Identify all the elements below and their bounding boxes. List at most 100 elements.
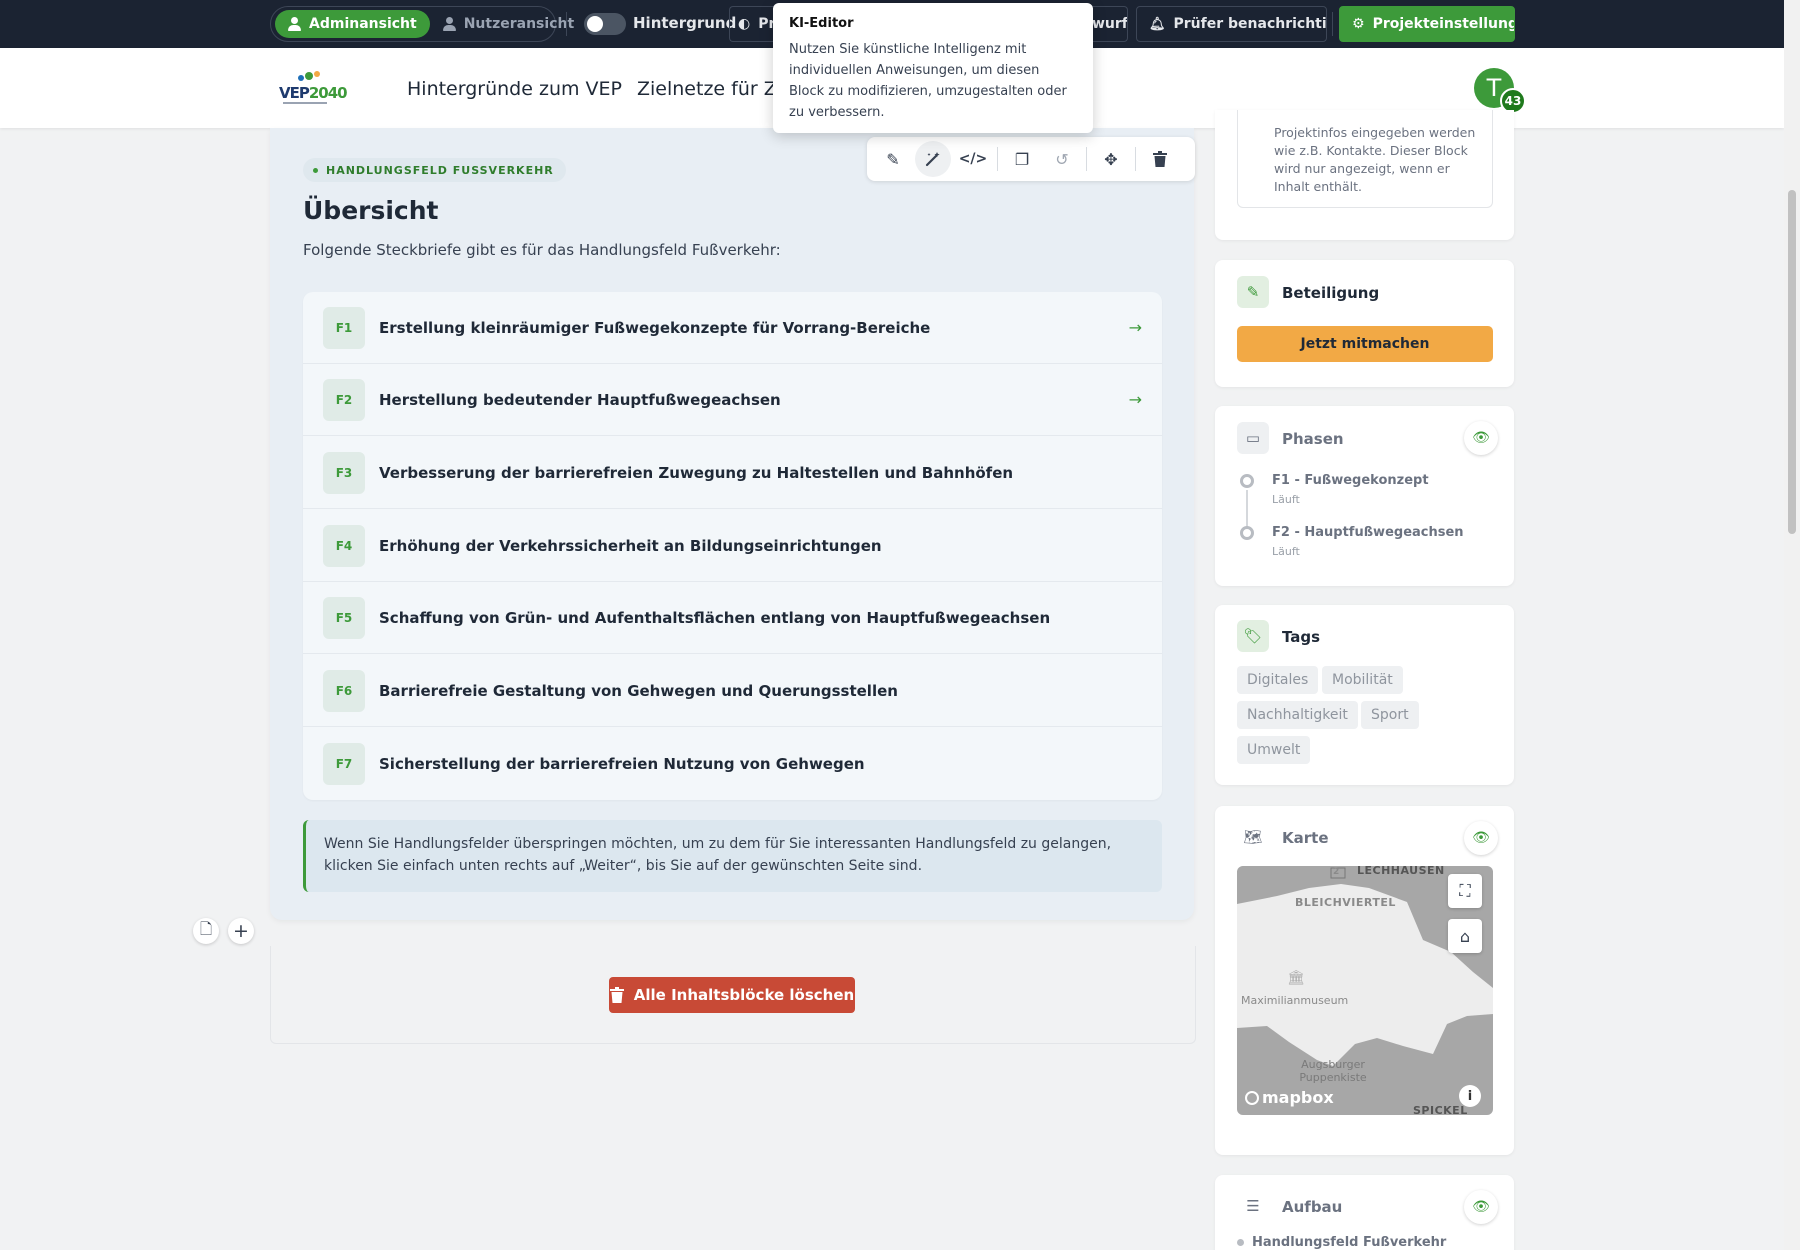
map-title: Karte xyxy=(1282,829,1329,847)
scrollbar-thumb[interactable] xyxy=(1788,190,1796,534)
phase-status: Läuft xyxy=(1272,493,1300,506)
item-label: Erhöhung der Verkehrssicherheit an Bildu… xyxy=(379,536,882,555)
trash-icon[interactable] xyxy=(1142,141,1178,177)
notify-reviewer-button[interactable]: 🔔︎ Prüfer benachrichtigen xyxy=(1136,6,1327,42)
user-view-button[interactable]: Nutzeransicht xyxy=(430,10,587,38)
pencil-icon: ✎ xyxy=(1237,276,1269,308)
participation-card: ✎ Beteiligung Jetzt mitmachen xyxy=(1215,260,1514,387)
info-icon[interactable]: i xyxy=(1459,1085,1481,1107)
list-item[interactable]: F6 Barrierefreie Gestaltung von Gehwegen… xyxy=(303,655,1162,727)
phase-name[interactable]: F2 - Hauptfußwegeachsen xyxy=(1272,525,1464,540)
tags-title: Tags xyxy=(1282,628,1321,646)
list-item[interactable]: F3 Verbesserung der barrierefreien Zuweg… xyxy=(303,437,1162,509)
draft-button[interactable]: wurf xyxy=(1088,6,1128,42)
move-icon[interactable]: ✥ xyxy=(1093,141,1129,177)
intro-text: Folgende Steckbriefe gibt es für das Han… xyxy=(303,241,781,259)
item-code: F3 xyxy=(323,451,365,494)
block-toolbar: ✎ </> ❐ ↺ ✥ xyxy=(867,137,1195,181)
site-logo[interactable]: VEP2040 xyxy=(279,66,348,108)
project-settings-button[interactable]: ⚙ Projekteinstellungen xyxy=(1339,6,1515,42)
inbox-icon: ▭ xyxy=(1237,422,1269,454)
item-label: Sicherstellung der barrierefreien Nutzun… xyxy=(379,755,865,773)
arrow-right-icon: → xyxy=(1128,318,1142,337)
arrow-right-icon: → xyxy=(1128,390,1142,409)
gear-icon: ⚙ xyxy=(1352,16,1365,32)
structure-card: ☰ Aufbau 👁︎ Handlungsfeld Fußverkehr xyxy=(1215,1175,1514,1250)
participation-title: Beteiligung xyxy=(1282,284,1380,302)
page-icon[interactable]: 🗋 xyxy=(193,918,219,944)
item-code: F6 xyxy=(323,669,365,712)
item-code: F4 xyxy=(323,524,365,567)
background-toggle[interactable] xyxy=(584,13,626,35)
divider xyxy=(566,12,567,36)
fullscreen-icon[interactable]: ⛶ xyxy=(1448,874,1482,908)
logo-text: VEP2040 xyxy=(279,84,348,102)
divider xyxy=(1135,147,1136,171)
scrollbar-track[interactable] xyxy=(1784,0,1800,1250)
nav-link-target-networks[interactable]: Zielnetze für Zv xyxy=(637,78,788,100)
eyebrow-label: HANDLUNGSFELD FUSSVERKEHR xyxy=(303,158,566,182)
item-label: Schaffung von Grün- und Aufenthaltsfläch… xyxy=(379,608,1051,627)
add-block-plus-icon[interactable]: + xyxy=(228,918,254,944)
participate-now-button[interactable]: Jetzt mitmachen xyxy=(1237,326,1493,362)
phase-name[interactable]: F1 - Fußwegekonzept xyxy=(1272,473,1429,488)
list-item[interactable]: F5 Schaffung von Grün- und Aufenthaltsfl… xyxy=(303,582,1162,654)
eye-icon[interactable]: 👁︎ xyxy=(1464,1190,1498,1224)
tag-chip[interactable]: Digitales xyxy=(1237,666,1319,694)
nav-link-background[interactable]: Hintergründe zum VEP xyxy=(407,78,622,100)
user-shield-icon xyxy=(288,17,302,31)
map-card: 🗺︎ Karte 👁︎ 2 LECHHAUSEN BLEICHVIERTEL 🏛… xyxy=(1215,806,1514,1155)
map-label: BLEICHVIERTEL xyxy=(1295,896,1396,909)
edit-pencil-icon[interactable]: ✎ xyxy=(875,141,911,177)
list-item[interactable]: F4 Erhöhung der Verkehrssicherheit an Bi… xyxy=(303,510,1162,582)
palette-icon: ◐ xyxy=(738,16,751,32)
tooltip-title: KI-Editor xyxy=(789,16,854,31)
museum-icon: 🏛︎ xyxy=(1287,970,1305,986)
list-icon: ☰ xyxy=(1237,1190,1269,1222)
structure-item[interactable]: Handlungsfeld Fußverkehr xyxy=(1237,1235,1446,1250)
user-icon xyxy=(442,17,457,31)
undo-icon[interactable]: ↺ xyxy=(1044,141,1080,177)
info-note: Wenn Sie Handlungsfelder überspringen mö… xyxy=(303,820,1162,892)
project-info-card: Projektinfos eingegeben werden wie z.B. … xyxy=(1215,110,1514,240)
map-icon: 🗺︎ xyxy=(1237,821,1269,853)
structure-title: Aufbau xyxy=(1282,1198,1343,1216)
delete-all-blocks-button[interactable]: Alle Inhaltsblöcke löschen xyxy=(609,977,855,1013)
profile-list: F1 Erstellung kleinräumiger Fußwegekonze… xyxy=(303,292,1162,800)
map-label: SPICKEL xyxy=(1413,1104,1468,1115)
item-label: Erstellung kleinräumiger Fußwegekonzepte… xyxy=(379,318,931,337)
item-code: F1 xyxy=(323,306,365,349)
tag-chip[interactable]: Mobilität xyxy=(1322,666,1403,694)
tag-chip[interactable]: Sport xyxy=(1361,701,1419,729)
eye-icon[interactable]: 👁︎ xyxy=(1464,821,1498,855)
trash-icon xyxy=(609,987,624,1003)
map-label: Augsburger Puppenkiste xyxy=(1299,1058,1367,1084)
map-view[interactable]: 2 LECHHAUSEN BLEICHVIERTEL 🏛︎ Maximilian… xyxy=(1237,866,1493,1115)
divider xyxy=(1086,147,1087,171)
phases-title: Phasen xyxy=(1282,430,1344,448)
tag-chip[interactable]: Nachhaltigkeit xyxy=(1237,701,1358,729)
item-label: Herstellung bedeutender Hauptfußwegeachs… xyxy=(379,390,781,409)
item-code: F5 xyxy=(323,596,365,639)
tags-card: 🏷︎ Tags Digitales Mobilität Nachhaltigke… xyxy=(1215,605,1514,785)
admin-view-button[interactable]: Adminansicht xyxy=(275,10,430,38)
divider xyxy=(1332,12,1333,36)
bell-icon: 🔔︎ xyxy=(1149,16,1166,32)
list-item[interactable]: F1 Erstellung kleinräumiger Fußwegekonze… xyxy=(303,292,1162,364)
tag-chip[interactable]: Umwelt xyxy=(1237,736,1311,764)
ai-magic-wand-icon[interactable] xyxy=(915,141,951,177)
ai-editor-tooltip: KI-Editor Nutzen Sie künstliche Intellig… xyxy=(773,3,1093,133)
page-title: Übersicht xyxy=(303,196,439,225)
phases-card: ▭ Phasen 👁︎ F1 - Fußwegekonzept Läuft F2… xyxy=(1215,406,1514,586)
eye-icon[interactable]: 👁︎ xyxy=(1464,421,1498,455)
item-label: Verbesserung der barrierefreien Zuwegung… xyxy=(379,463,1014,482)
list-item[interactable]: F2 Herstellung bedeutender Hauptfußwegea… xyxy=(303,364,1162,436)
code-icon[interactable]: </> xyxy=(955,141,991,177)
copy-icon[interactable]: ❐ xyxy=(1004,141,1040,177)
divider xyxy=(997,147,998,171)
tag-icon: 🏷︎ xyxy=(1237,620,1269,652)
home-icon[interactable]: ⌂ xyxy=(1448,919,1482,953)
list-item[interactable]: F7 Sicherstellung der barrierefreien Nut… xyxy=(303,728,1162,800)
item-code: F2 xyxy=(323,378,365,421)
project-button[interactable]: ◐ Pro xyxy=(729,6,779,42)
